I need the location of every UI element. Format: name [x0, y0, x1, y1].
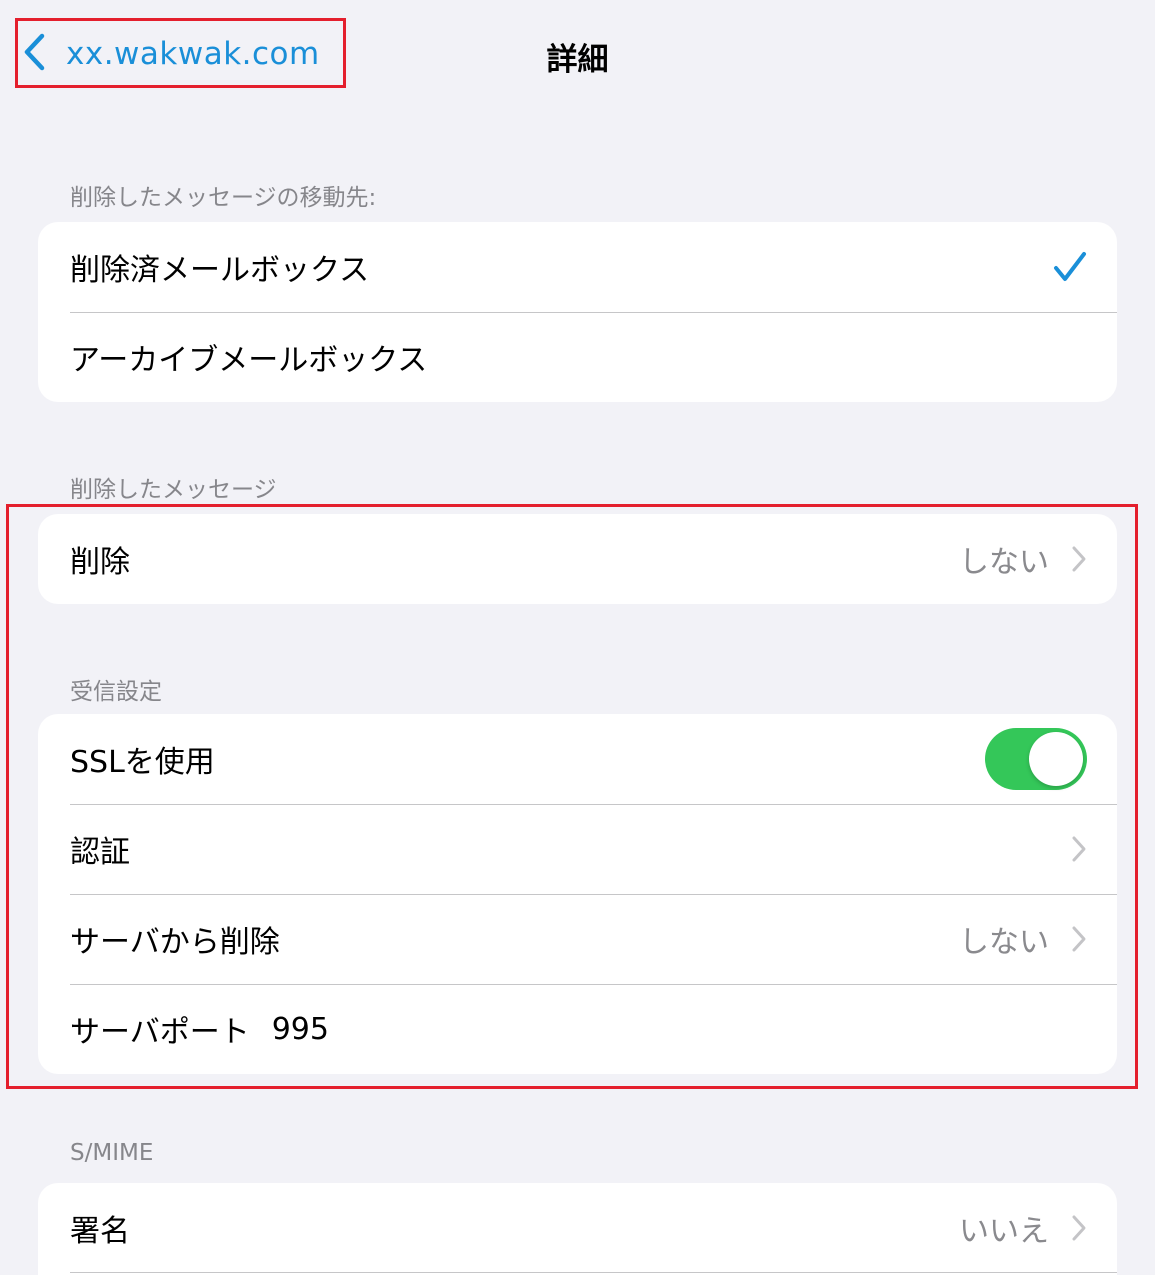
- row-label: SSLを使用: [70, 745, 215, 780]
- section-header-move-to: 削除したメッセージの移動先:: [70, 185, 377, 211]
- row-label: 削除済メールボックス: [70, 253, 370, 288]
- row-label: 署名: [70, 1214, 130, 1249]
- settings-page: xx.wakwak.com 詳細 削除したメッセージの移動先: 削除済メールボッ…: [0, 0, 1155, 1275]
- divider: [70, 1272, 1117, 1273]
- incoming-group: SSLを使用 認証 サーバから削除 しない サーバポート 995: [38, 714, 1117, 1074]
- ssl-toggle[interactable]: [985, 728, 1087, 790]
- checkmark-icon: [1053, 250, 1087, 284]
- section-header-incoming: 受信設定: [70, 679, 162, 705]
- list-item-sign[interactable]: 署名 いいえ: [38, 1183, 1117, 1273]
- row-label: サーバポート: [70, 1015, 250, 1050]
- row-label: アーカイブメールボックス: [70, 343, 428, 378]
- list-item-delete[interactable]: 削除 しない: [38, 514, 1117, 604]
- list-item-use-ssl: SSLを使用: [38, 714, 1117, 804]
- row-value: いいえ: [959, 1214, 1049, 1249]
- chevron-right-icon: [1071, 925, 1087, 953]
- move-to-group: 削除済メールボックス アーカイブメールボックス: [38, 222, 1117, 402]
- smime-group: 署名 いいえ: [38, 1183, 1117, 1275]
- row-value: しない: [959, 545, 1049, 580]
- list-item-delete-from-server[interactable]: サーバから削除 しない: [38, 894, 1117, 984]
- row-label: 認証: [70, 835, 130, 870]
- list-item-archive-mailbox[interactable]: アーカイブメールボックス: [38, 312, 1117, 402]
- chevron-right-icon: [1071, 835, 1087, 863]
- chevron-right-icon: [1071, 1214, 1087, 1242]
- row-label: サーバから削除: [70, 925, 280, 960]
- section-header-smime: S/MIME: [70, 1140, 154, 1166]
- deleted-group: 削除 しない: [38, 514, 1117, 604]
- server-port-input[interactable]: 995: [272, 1012, 1087, 1047]
- list-item-trash-mailbox[interactable]: 削除済メールボックス: [38, 222, 1117, 312]
- list-item-authentication[interactable]: 認証: [38, 804, 1117, 894]
- row-value: しない: [959, 925, 1049, 960]
- page-title: 詳細: [546, 42, 609, 78]
- toggle-knob: [1029, 732, 1083, 786]
- section-header-deleted: 削除したメッセージ: [70, 477, 277, 503]
- row-label: 削除: [70, 545, 130, 580]
- list-item-server-port: サーバポート 995: [38, 984, 1117, 1074]
- chevron-right-icon: [1071, 545, 1087, 573]
